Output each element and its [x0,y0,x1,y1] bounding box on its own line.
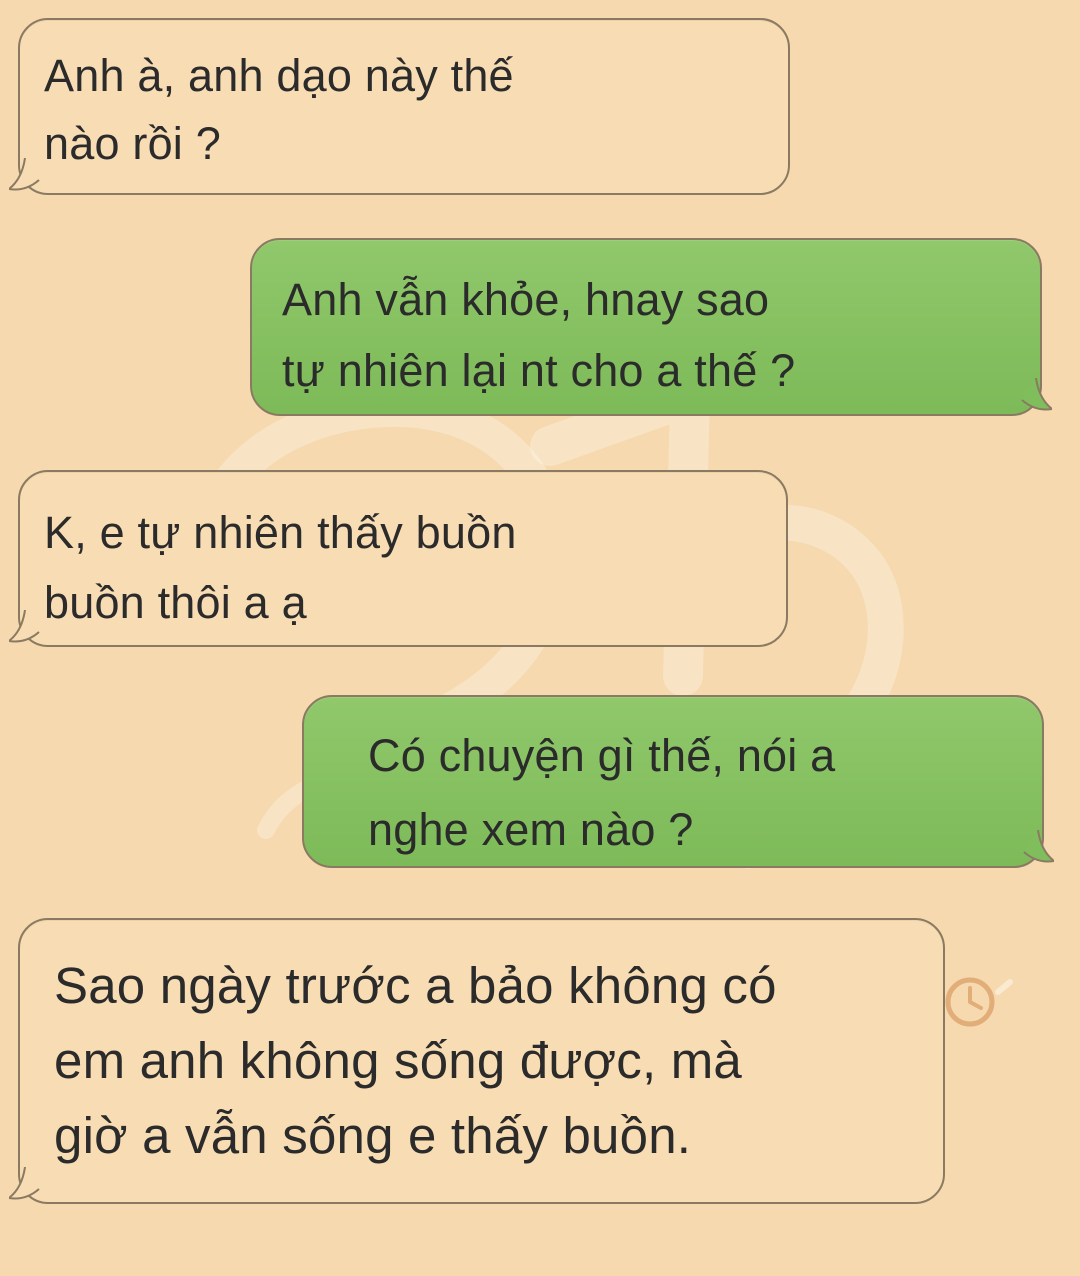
message-text-3: K, e tự nhiên thấy buồn buồn thôi a ạ [44,507,517,628]
message-bubble-2: Anh vẫn khỏe, hnay sao tự nhiên lại nt c… [250,238,1052,416]
message-text-4: Có chuyện gì thế, nói a nghe xem nào ? [368,730,836,855]
incoming-tail-icon [9,610,40,643]
outgoing-tail-icon [1021,378,1052,411]
message-text-5: Sao ngày trước a bảo không có em anh khô… [54,957,777,1164]
incoming-tail-icon [9,1167,40,1200]
message-bubble-5: Sao ngày trước a bảo không có em anh khô… [9,918,945,1204]
incoming-tail-icon [9,158,40,191]
message-text-1: Anh à, anh dạo này thế nào rồi ? [44,50,514,169]
chat-thread: Anh à, anh dạo này thế nào rồi ? Anh vẫn… [0,0,1080,1276]
message-bubble-4: Có chuyện gì thế, nói a nghe xem nào ? [302,695,1054,868]
message-bubble-1: Anh à, anh dạo này thế nào rồi ? [9,18,790,195]
clock-icon [945,977,1013,1027]
message-text-2: Anh vẫn khỏe, hnay sao tự nhiên lại nt c… [282,274,796,396]
message-bubble-3: K, e tự nhiên thấy buồn buồn thôi a ạ [9,470,788,647]
